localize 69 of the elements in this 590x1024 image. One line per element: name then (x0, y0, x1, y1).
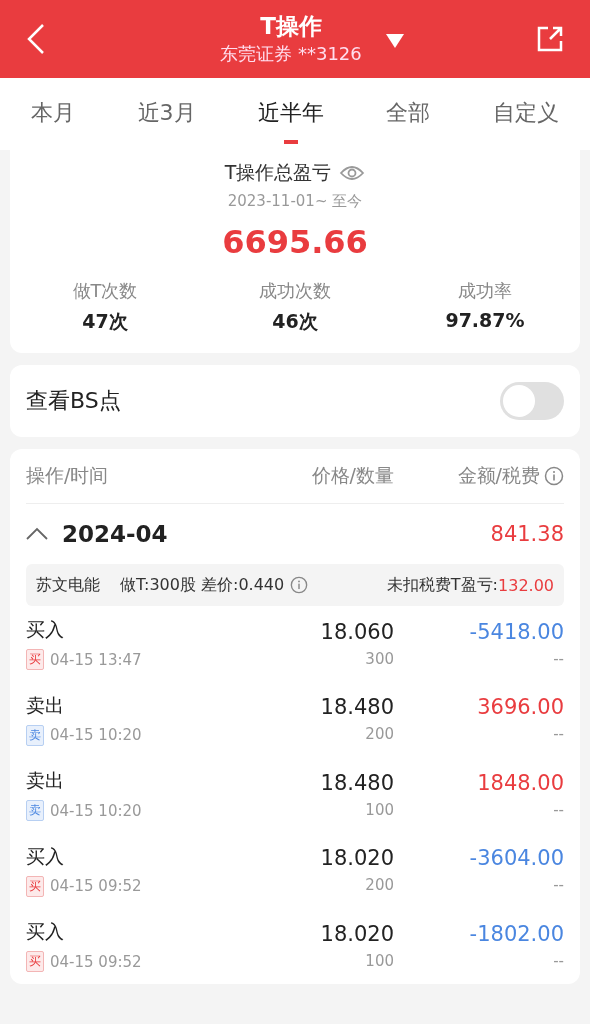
trade-action: 买入 (26, 919, 65, 945)
account-label: 东莞证券 **3126 (220, 42, 362, 66)
trade-quantity: 100 (365, 800, 394, 819)
trade-amount: 1848.00 (477, 770, 564, 795)
trade-amount: 3696.00 (477, 695, 564, 720)
trade-action: 卖出 (26, 692, 65, 718)
summary-title: T操作总盈亏 (224, 160, 332, 185)
column-header: 金额/税费 (457, 463, 540, 488)
trade-badge: 卖 (26, 724, 44, 746)
total-profit: 6695.66 (222, 223, 368, 261)
period-tab[interactable]: 全部 (386, 84, 431, 144)
info-icon[interactable] (544, 466, 564, 486)
trade-amount: -5418.00 (469, 619, 564, 644)
toggle-switch[interactable] (500, 382, 564, 420)
trade-quantity: 200 (365, 876, 394, 895)
trade-badge: 买 (26, 875, 44, 897)
trade-badge: 买 (26, 649, 44, 671)
trade-quantity: 200 (365, 725, 394, 744)
trade-quantity: 100 (365, 951, 394, 970)
stat-label: 成功率 (458, 279, 512, 303)
period-range: 2023-11-01~ 至今 (227, 192, 363, 211)
info-icon[interactable] (290, 576, 309, 594)
column-header: 价格/数量 (310, 463, 394, 488)
trade-fee: -- (553, 951, 564, 970)
stat-value: 97.87% (445, 309, 525, 331)
back-icon[interactable] (26, 23, 46, 55)
period-tab[interactable]: 近半年 (257, 84, 324, 144)
share-icon[interactable] (536, 25, 564, 53)
pnl-label: 未扣税费T盈亏: (386, 574, 498, 596)
column-header: 操作/时间 (26, 463, 110, 488)
trade-detail: 做T:300股 差价:0.440 (120, 574, 285, 596)
trade-action: 卖出 (26, 768, 65, 794)
trade-quantity: 300 (365, 649, 394, 668)
trade-fee: -- (553, 800, 564, 819)
page-title: T操作 (260, 12, 322, 41)
stat-label: 成功次数 (259, 279, 331, 303)
trade-fee: -- (553, 649, 564, 668)
trade-price: 18.060 (320, 619, 394, 644)
eye-icon[interactable] (339, 164, 366, 182)
trade-time: 04-15 13:47 (50, 650, 142, 669)
trade-time: 04-15 09:52 (50, 877, 142, 896)
stock-name: 苏文电能 (36, 574, 100, 596)
trade-amount: -1802.00 (469, 921, 564, 946)
period-tab[interactable]: 近3月 (137, 84, 196, 144)
collapse-icon[interactable] (26, 527, 48, 541)
trade-amount: -3604.00 (469, 846, 564, 871)
trade-badge: 卖 (26, 800, 44, 822)
trade-badge: 买 (26, 951, 44, 973)
month-total: 841.38 (490, 522, 564, 546)
trade-price: 18.020 (320, 921, 394, 946)
stat-label: 做T次数 (72, 279, 138, 303)
month-label: 2024-04 (62, 521, 169, 547)
toggle-label: 查看BS点 (26, 387, 121, 415)
pnl-value: 132.00 (498, 575, 554, 595)
trade-price: 18.020 (320, 846, 394, 871)
trade-time: 04-15 09:52 (50, 952, 142, 971)
trade-time: 04-15 10:20 (50, 801, 142, 820)
trade-fee: -- (553, 725, 564, 744)
dropdown-icon[interactable] (386, 34, 404, 48)
period-tab[interactable]: 本月 (31, 84, 76, 144)
trade-action: 买入 (26, 617, 65, 643)
trade-price: 18.480 (320, 695, 394, 720)
period-tab[interactable]: 自定义 (492, 84, 559, 144)
stat-value: 46次 (272, 309, 318, 334)
trade-action: 买入 (26, 843, 65, 869)
trade-time: 04-15 10:20 (50, 726, 142, 745)
trade-price: 18.480 (320, 770, 394, 795)
trade-fee: -- (553, 876, 564, 895)
stat-value: 47次 (82, 309, 128, 334)
